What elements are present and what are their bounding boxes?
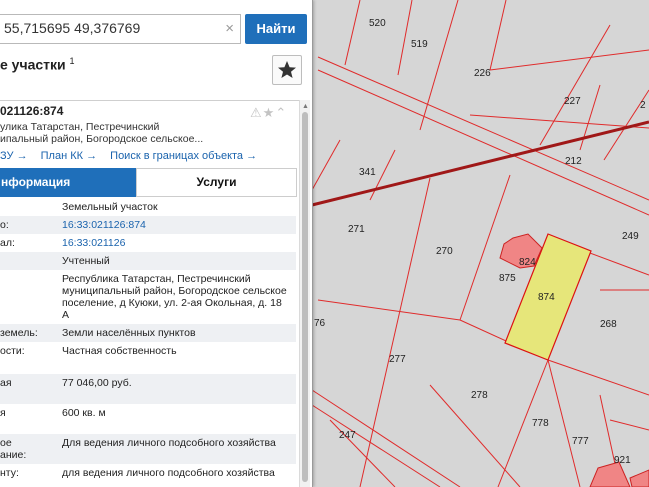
map-label-778: 778 xyxy=(532,418,549,429)
map-label-341: 341 xyxy=(359,167,376,178)
attribute-key: о: xyxy=(0,219,9,231)
attribute-value: Для ведения личного подсобного хозяйства xyxy=(62,437,276,449)
attribute-value: для ведения личного подсобного хозяйства xyxy=(62,467,275,479)
attribute-key: ая xyxy=(0,377,12,389)
attribute-row: земель: Земли населённых пунктов xyxy=(0,324,296,342)
map-label-875: 875 xyxy=(499,273,516,284)
attribute-row: Земельный участок xyxy=(0,198,296,216)
search-input[interactable] xyxy=(4,20,214,36)
attribute-key: ое ание: xyxy=(0,437,27,461)
star-outline-icon[interactable]: ★ xyxy=(263,105,276,120)
attribute-row: о: 16:33:021126:874 xyxy=(0,216,296,234)
section-title: е участки 1 xyxy=(0,56,75,73)
parcel-links: ЗУ → План КК → Поиск в границах объекта … xyxy=(0,150,267,162)
link-zu[interactable]: ЗУ → xyxy=(0,150,28,162)
attribute-key: нту: xyxy=(0,467,19,479)
attribute-value: Республика Татарстан, Пестречинский муни… xyxy=(62,273,287,321)
attribute-value: Земли населённых пунктов xyxy=(62,327,196,339)
parcel-address: улика Татарстан, Пестречинский ипальный … xyxy=(0,121,204,145)
link-search-in-bounds[interactable]: Поиск в границах объекта → xyxy=(110,150,257,162)
attribute-row: ости: Частная собственность xyxy=(0,342,296,374)
map-label-921: 921 xyxy=(614,455,631,466)
map-label-226: 226 xyxy=(474,68,491,79)
attribute-key: я xyxy=(0,407,6,419)
map-label-212: 212 xyxy=(565,156,582,167)
map-label-247: 247 xyxy=(339,430,356,441)
scrollbar[interactable]: ▲ xyxy=(299,100,310,487)
clear-icon[interactable]: × xyxy=(225,20,234,37)
attribute-value: 77 046,00 руб. xyxy=(62,377,132,389)
find-button[interactable]: Найти xyxy=(245,14,307,44)
attribute-value: 600 кв. м xyxy=(62,407,106,419)
warning-icon[interactable]: ⚠ xyxy=(250,105,263,120)
map-label-278: 278 xyxy=(471,390,488,401)
map-label-777: 777 xyxy=(572,436,589,447)
favorite-button[interactable] xyxy=(272,55,302,85)
map-label-519: 519 xyxy=(411,39,428,50)
tab-services[interactable]: Услуги xyxy=(136,168,297,197)
map-label-227: 227 xyxy=(564,96,581,107)
attribute-key: ости: xyxy=(0,345,25,357)
map-label-268: 268 xyxy=(600,319,617,330)
attribute-row: Республика Татарстан, Пестречинский муни… xyxy=(0,270,296,324)
map-label-874: 874 xyxy=(538,292,555,303)
map-label-277: 277 xyxy=(389,354,406,365)
chevron-up-icon[interactable]: ⌃ xyxy=(275,105,287,120)
parcel-cadastral-number[interactable]: 021126:874 xyxy=(0,104,63,118)
attribute-row: ое ание: Для ведения личного подсобного х… xyxy=(0,434,296,464)
tab-information[interactable]: нформация xyxy=(0,168,137,197)
attribute-key: земель: xyxy=(0,327,38,339)
star-icon xyxy=(278,61,296,78)
search-box[interactable]: × xyxy=(0,14,241,44)
card-actions: ⚠★⌃ xyxy=(250,105,287,121)
map-label-271: 271 xyxy=(348,224,365,235)
map-label-270: 270 xyxy=(436,246,453,257)
info-panel: × Найти е участки 1 021126:874 ⚠★⌃ улика… xyxy=(0,0,313,487)
map-label-824: 824 xyxy=(519,257,536,268)
title-count: 1 xyxy=(69,56,75,66)
link-plan-kk[interactable]: План КК → xyxy=(41,150,97,162)
attribute-value[interactable]: 16:33:021126 xyxy=(62,237,290,249)
map-label-2: 2 xyxy=(640,100,646,111)
attribute-row: ая 77 046,00 руб. xyxy=(0,374,296,404)
attribute-value: Земельный участок xyxy=(62,201,158,213)
attribute-row: ал: 16:33:021126 xyxy=(0,234,296,252)
scrollbar-thumb[interactable] xyxy=(302,112,308,482)
scroll-up-icon[interactable]: ▲ xyxy=(302,103,309,110)
attribute-value: Учтенный xyxy=(62,255,110,267)
attribute-key: ал: xyxy=(0,237,15,249)
map-label-76: 76 xyxy=(314,318,326,329)
map-label-520: 520 xyxy=(369,18,386,29)
attribute-row: нту: для ведения личного подсобного хозяй… xyxy=(0,464,296,487)
attribute-row: я 600 кв. м xyxy=(0,404,296,434)
attribute-row: Учтенный xyxy=(0,252,296,270)
attribute-value: Частная собственность xyxy=(62,345,177,357)
attributes-table: Земельный участок о: 16:33:021126:874 ал: 16… xyxy=(0,198,296,487)
attribute-value[interactable]: 16:33:021126:874 xyxy=(62,219,290,231)
map-label-249: 249 xyxy=(622,231,639,242)
